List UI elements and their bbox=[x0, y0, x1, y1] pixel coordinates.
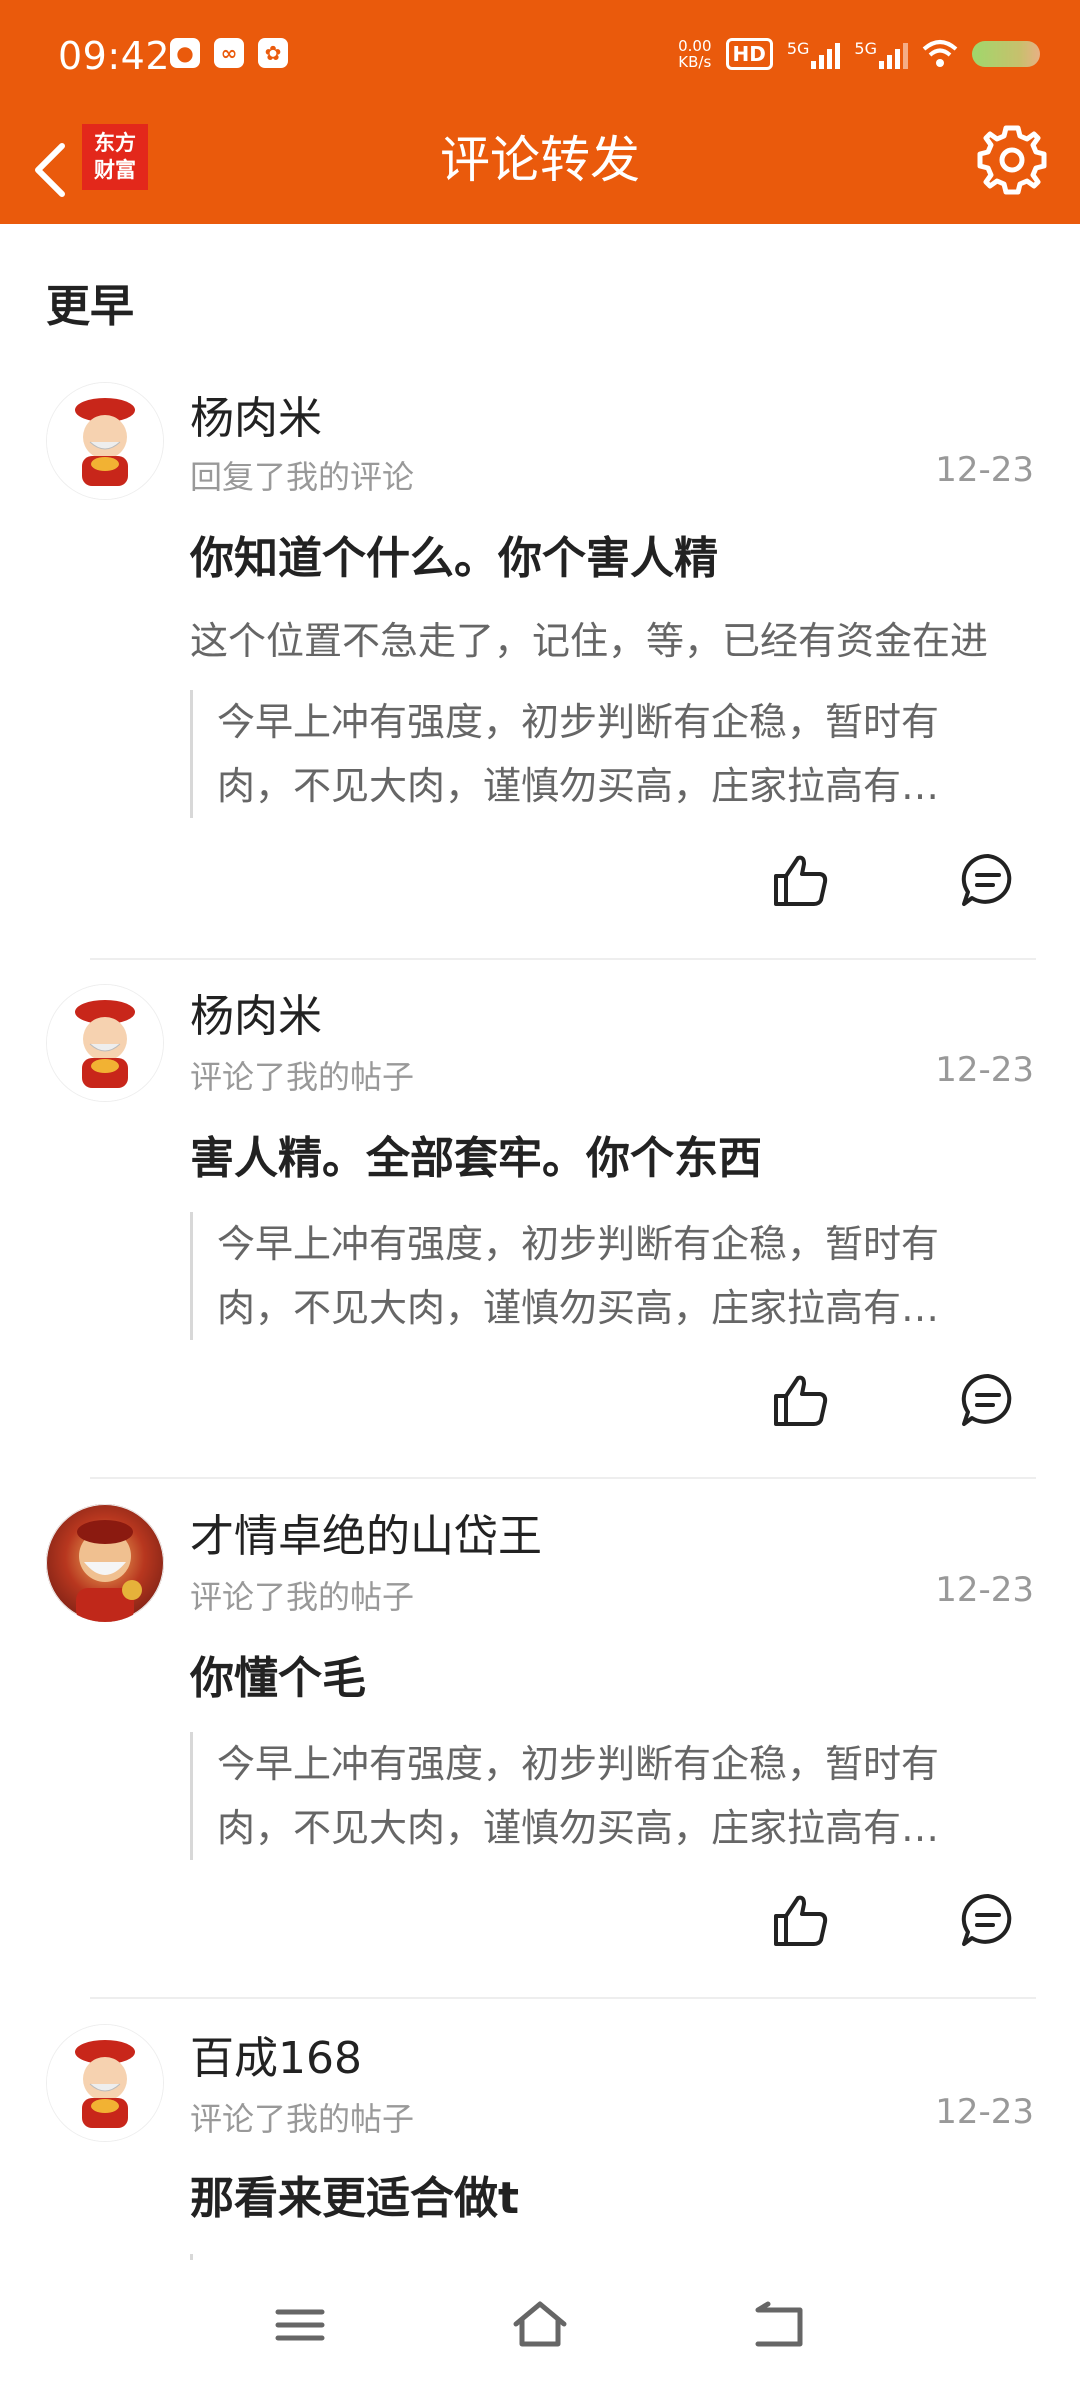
quote-line-2: 肉，不见大肉，谨慎勿买高，庄家拉高有… bbox=[217, 764, 940, 808]
date: 12-23 bbox=[935, 450, 1034, 490]
quoted-post[interactable]: 今早上冲有强度，初步判断有企稳，暂时有 肉，不见大肉，谨慎勿买高，庄家拉高有… bbox=[190, 1732, 1057, 1860]
app-header: 09:42 ● ∞ ✿ 0.00 KB/s HD 5G 5G 东方 财富 评论转… bbox=[0, 0, 1080, 224]
comment-bubble-icon[interactable] bbox=[958, 1370, 1018, 1430]
comment-bubble-icon[interactable] bbox=[958, 850, 1018, 910]
thumbs-up-icon[interactable] bbox=[770, 1370, 830, 1430]
status-notification-icons: ● ∞ ✿ bbox=[170, 38, 288, 68]
comment-content[interactable]: 你知道个什么。你个害人精 bbox=[190, 522, 718, 586]
section-label: 更早 bbox=[46, 281, 134, 332]
quote-line-2: 肉，不见大肉，谨慎勿买高，庄家拉高有… bbox=[217, 1286, 940, 1330]
comment-bubble-icon[interactable] bbox=[958, 1890, 1018, 1950]
divider bbox=[90, 1997, 1036, 1999]
divider bbox=[90, 958, 1036, 960]
signal-2-label: 5G bbox=[854, 39, 877, 58]
net-speed: 0.00 KB/s bbox=[678, 38, 711, 70]
caishen-avatar-icon bbox=[47, 985, 163, 1101]
caishen-avatar-icon bbox=[47, 383, 163, 499]
quote-line-2: 肉，不见大肉，谨慎勿买高，庄家拉高有… bbox=[217, 1806, 940, 1850]
settings-button[interactable] bbox=[974, 122, 1050, 198]
username[interactable]: 杨肉米 bbox=[190, 980, 322, 1044]
avatar[interactable] bbox=[46, 2024, 164, 2142]
action-text: 评论了我的帖子 bbox=[190, 1058, 415, 1096]
caishen-avatar-icon bbox=[47, 2025, 163, 2141]
system-nav-bar bbox=[0, 2260, 1080, 2388]
thumbs-up-icon[interactable] bbox=[770, 850, 830, 910]
status-bar: 09:42 ● ∞ ✿ 0.00 KB/s HD 5G 5G bbox=[0, 0, 1080, 118]
caishen-photo-avatar-icon bbox=[76, 1520, 142, 1622]
reply-text[interactable]: 这个位置不急走了，记住，等，已经有资金在进 bbox=[190, 610, 1040, 665]
signal-2: 5G bbox=[854, 39, 908, 69]
thumbs-up-icon[interactable] bbox=[770, 1890, 830, 1950]
username[interactable]: 杨肉米 bbox=[190, 382, 322, 446]
battery-icon bbox=[972, 41, 1040, 67]
signal-1: 5G bbox=[787, 39, 841, 69]
username[interactable]: 才情卓绝的山岱王 bbox=[190, 1500, 542, 1564]
home-icon[interactable] bbox=[510, 2300, 570, 2350]
signal-1-label: 5G bbox=[786, 39, 810, 58]
wifi-icon bbox=[922, 40, 958, 67]
status-time: 09:42 bbox=[58, 34, 171, 78]
comment-content[interactable]: 那看来更适合做t bbox=[190, 2162, 519, 2226]
notification-app-icon: ● bbox=[170, 38, 200, 68]
net-speed-value: 0.00 bbox=[678, 37, 712, 55]
gear-icon bbox=[977, 125, 1047, 195]
notification-item[interactable]: 才情卓绝的山岱王 评论了我的帖子 12-23 你懂个毛 今早上冲有强度，初步判断… bbox=[0, 1490, 1080, 1990]
avatar[interactable] bbox=[46, 1504, 164, 1622]
signal-bars-icon bbox=[811, 39, 841, 69]
date: 12-23 bbox=[935, 1050, 1034, 1090]
action-text: 评论了我的帖子 bbox=[190, 2100, 415, 2138]
date: 12-23 bbox=[935, 2092, 1034, 2132]
comment-content[interactable]: 你懂个毛 bbox=[190, 1642, 366, 1706]
notification-item[interactable]: 杨肉米 评论了我的帖子 12-23 害人精。全部套牢。你个东西 今早上冲有强度，… bbox=[0, 970, 1080, 1470]
username[interactable]: 百成168 bbox=[190, 2022, 362, 2086]
navigation-bar: 东方 财富 评论转发 bbox=[0, 118, 1080, 224]
return-icon[interactable] bbox=[750, 2300, 810, 2350]
notification-item[interactable]: 百成168 评论了我的帖子 12-23 那看来更适合做t bbox=[0, 2010, 1080, 2260]
notification-item[interactable]: 杨肉米 回复了我的评论 12-23 你知道个什么。你个害人精 这个位置不急走了，… bbox=[0, 370, 1080, 960]
avatar[interactable] bbox=[46, 382, 164, 500]
page-title: 评论转发 bbox=[440, 131, 640, 189]
net-speed-unit: KB/s bbox=[678, 53, 712, 71]
date: 12-23 bbox=[935, 1570, 1034, 1610]
notification-sync-icon: ∞ bbox=[214, 38, 244, 68]
status-system-icons: 0.00 KB/s HD 5G 5G bbox=[678, 38, 1040, 70]
quoted-post[interactable]: 今早上冲有强度，初步判断有企稳，暂时有 肉，不见大肉，谨慎勿买高，庄家拉高有… bbox=[190, 1212, 1057, 1340]
comment-content[interactable]: 害人精。全部套牢。你个东西 bbox=[190, 1122, 762, 1186]
hd-badge: HD bbox=[725, 38, 773, 70]
quote-line-1: 今早上冲有强度，初步判断有企稳，暂时有 bbox=[217, 700, 940, 744]
quoted-post[interactable]: 今早上冲有强度，初步判断有企稳，暂时有 肉，不见大肉，谨慎勿买高，庄家拉高有… bbox=[190, 690, 1057, 818]
action-text: 评论了我的帖子 bbox=[190, 1578, 415, 1616]
action-text: 回复了我的评论 bbox=[190, 458, 415, 496]
signal-bars-icon bbox=[879, 39, 908, 69]
quote-line-1: 今早上冲有强度，初步判断有企稳，暂时有 bbox=[217, 1222, 940, 1266]
menu-icon[interactable] bbox=[270, 2300, 330, 2350]
notification-paw-icon: ✿ bbox=[258, 38, 288, 68]
quote-line-1: 今早上冲有强度，初步判断有企稳，暂时有 bbox=[217, 1742, 940, 1786]
divider bbox=[90, 1477, 1036, 1479]
avatar[interactable] bbox=[46, 984, 164, 1102]
